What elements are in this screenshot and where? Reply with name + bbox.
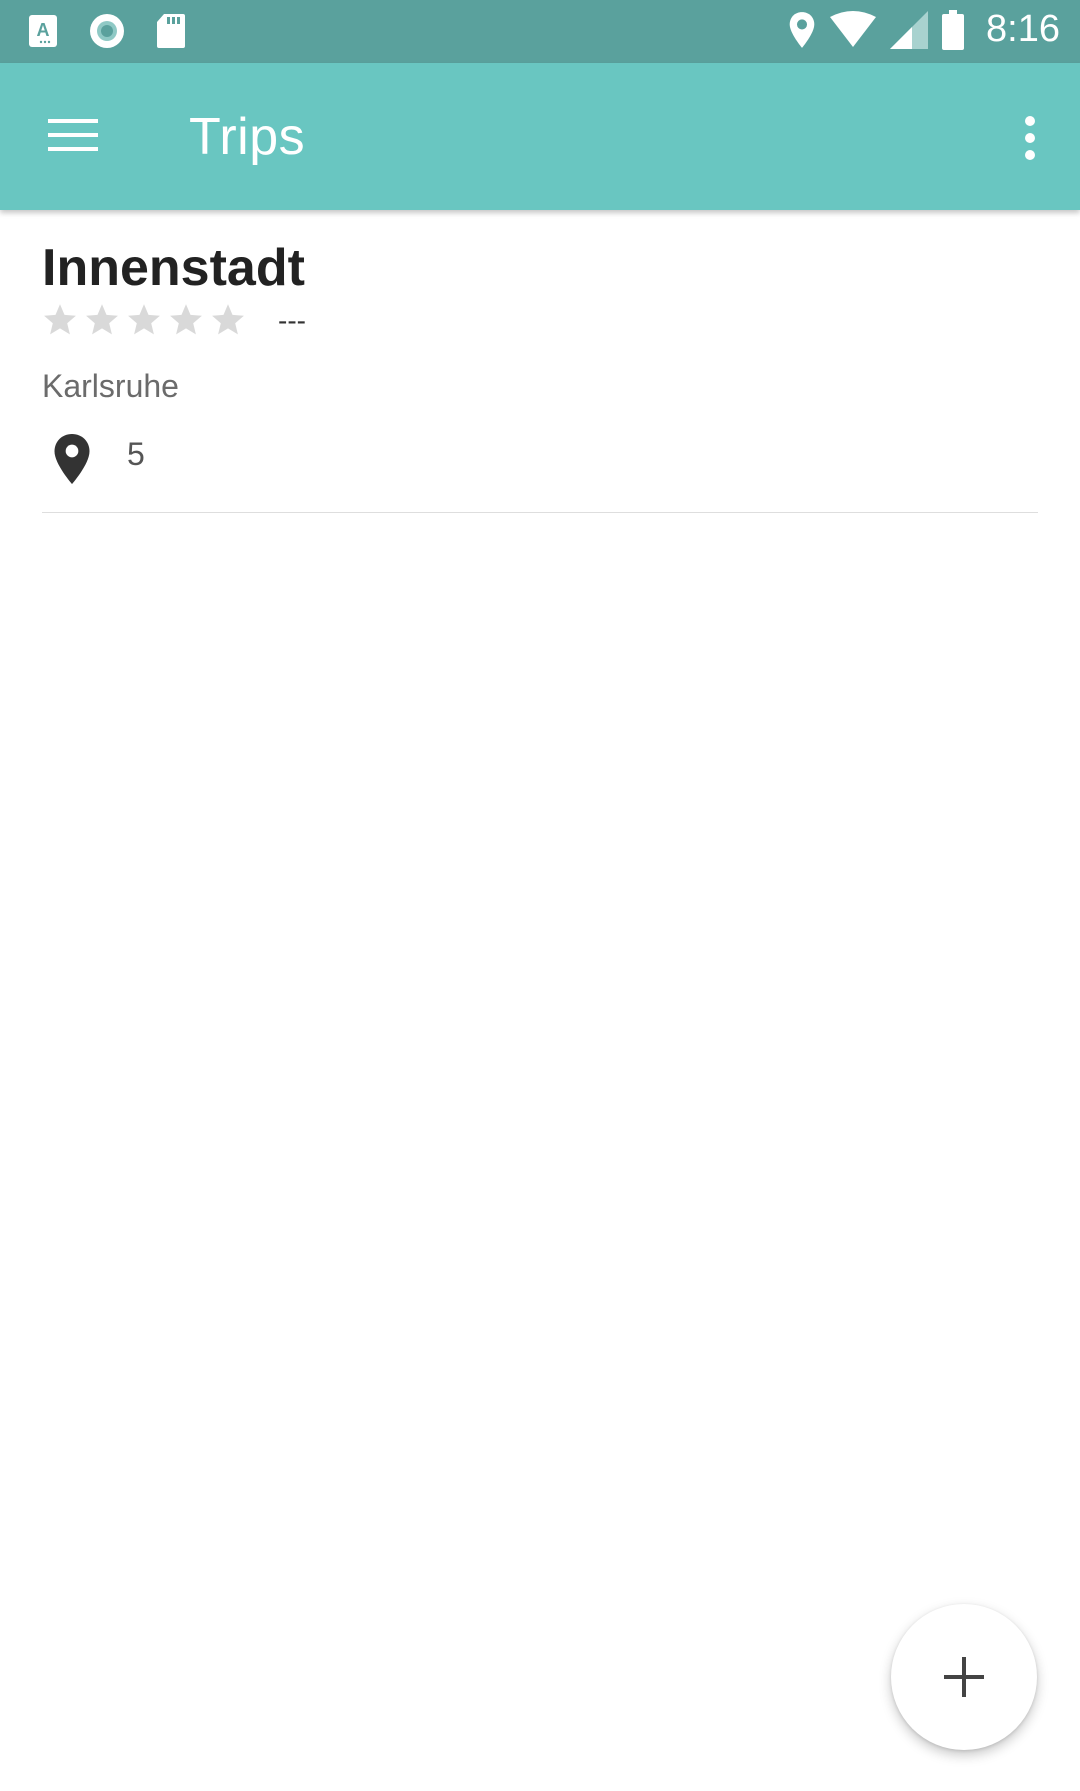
trip-city: Karlsruhe: [42, 368, 179, 404]
status-right-icons: 8:16: [788, 8, 1060, 51]
more-vert-icon: [1025, 116, 1035, 160]
rating-value: ---: [278, 305, 306, 336]
trip-title: Innenstadt: [42, 239, 305, 297]
battery-icon: [942, 9, 965, 50]
svg-text:A: A: [37, 20, 50, 40]
place-pin-icon: [54, 434, 90, 484]
status-bar: A 8:16: [0, 0, 1080, 63]
star-icon: [212, 304, 244, 335]
trip-rating: [42, 302, 246, 338]
menu-button[interactable]: [36, 109, 108, 165]
overflow-menu-button[interactable]: [1008, 103, 1056, 171]
location-icon: [789, 11, 815, 48]
record-icon: [90, 14, 124, 48]
plus-icon: [944, 1657, 984, 1697]
sd-card-icon: [157, 14, 185, 48]
trip-list-item[interactable]: Innenstadt --- Karlsruhe 5: [42, 210, 1038, 514]
app-bar: Trips: [0, 63, 1080, 210]
page-title: Trips: [189, 108, 306, 166]
list-divider: [42, 512, 1038, 513]
places-count: 5: [127, 436, 145, 472]
star-icon: [44, 304, 76, 335]
translate-icon: A: [29, 15, 57, 47]
status-left-icons: A: [28, 12, 186, 50]
add-trip-button[interactable]: [891, 1604, 1037, 1750]
star-icon: [128, 304, 160, 335]
hamburger-icon: [48, 119, 98, 151]
star-icon: [170, 304, 202, 335]
wifi-icon: [830, 10, 877, 47]
star-icon: [86, 304, 118, 335]
status-time: 8:16: [986, 8, 1060, 50]
signal-icon: [890, 10, 929, 49]
